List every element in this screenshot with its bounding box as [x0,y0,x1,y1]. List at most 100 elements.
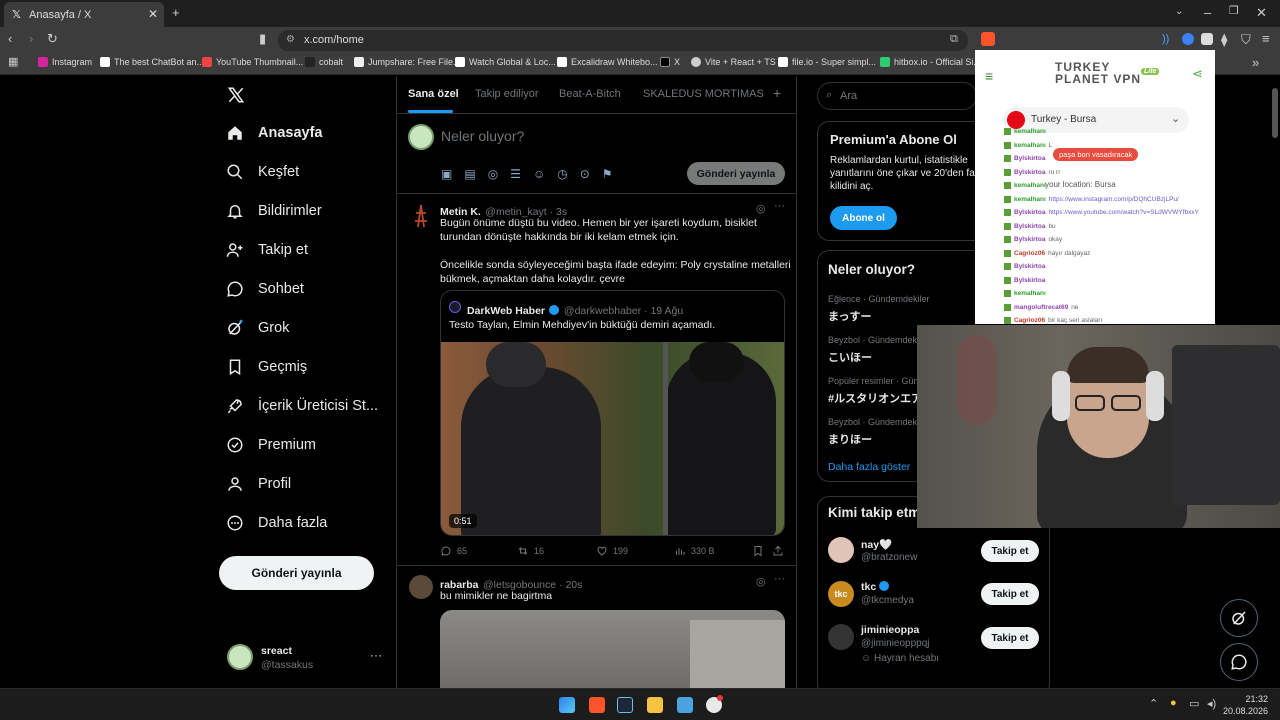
clock-date[interactable]: 20.08.2026 [1218,706,1268,716]
video-player[interactable]: 0:51 [441,342,784,535]
reply-button[interactable]: 65 [440,545,467,557]
tab-for-you[interactable]: Sana özel [408,88,459,100]
nav-history[interactable]: Geçmiş [226,358,307,376]
extensions-puzzle-icon[interactable]: ⧫ [1221,33,1227,46]
search-input[interactable]: ⌕ Ara [817,82,977,110]
suggest-name[interactable]: tkc [861,581,890,593]
account-name[interactable]: sreact [261,645,292,657]
grok-icon[interactable]: ◎ [756,202,766,215]
bookmark-item[interactable]: YouTube Thumbnail... [202,57,303,67]
grok-icon[interactable]: ◎ [488,167,498,181]
bookmark-item[interactable]: The best ChatBot an... [100,57,204,67]
quoted-tweet[interactable]: DarkWeb Haber @darkwebhaber · 19 Ağu Tes… [440,290,785,536]
tab-list-beat[interactable]: Beat-A-Bitch [559,88,621,100]
repost-button[interactable]: 16 [517,545,544,557]
microphone-icon[interactable]: ● [1170,697,1177,709]
like-button[interactable]: 199 [596,545,628,557]
more-bookmarks-icon[interactable]: » [1252,56,1259,69]
close-tab-icon[interactable]: ✕ [148,7,158,21]
bookmark-item[interactable]: file.io - Super simpl... [778,57,876,67]
account-menu-icon[interactable]: ··· [370,648,382,662]
avatar[interactable]: tkc [828,581,854,607]
url-field[interactable]: ⚙ x.com/home ⧉ [278,30,968,51]
nav-follow[interactable]: Takip et [226,241,308,259]
bookmark-item[interactable]: cobalt [305,57,343,67]
browser-tab[interactable]: 𝕏 Anasayfa / X ✕ [4,2,164,27]
follow-button[interactable]: Takip et [981,583,1039,605]
tweet-media[interactable] [440,610,785,688]
messages-fab[interactable] [1220,643,1258,681]
clock-time[interactable]: 21:32 [1236,694,1268,704]
more-icon[interactable]: ··· [774,200,785,212]
add-tab-icon[interactable]: + [773,85,781,101]
trend-item[interactable]: Popüler resimler · Günd #ルスタリオンエア [828,376,924,406]
suggest-name[interactable]: nay🤍 [861,538,892,551]
chevron-down-icon[interactable]: ⌄ [1175,7,1183,17]
follow-button[interactable]: Takip et [981,540,1039,562]
flag-icon[interactable]: ⚑ [602,167,613,181]
avatar[interactable] [227,644,253,670]
reload-icon[interactable]: ↻ [47,32,58,45]
location-icon[interactable]: ⊙ [580,167,590,181]
minimize-icon[interactable]: – [1204,6,1211,19]
share-icon[interactable]: ⋖ [1192,66,1203,82]
menu-icon[interactable]: ≡ [1262,32,1270,45]
avatar[interactable] [828,624,854,650]
composer-input[interactable]: Neler oluyor? [441,128,524,144]
bookmark-item[interactable]: Excalidraw Whitebo... [557,57,658,67]
suggest-name[interactable]: jiminieoppa [861,624,919,636]
poll-icon[interactable]: ☰ [510,167,521,181]
bookmark-button[interactable] [752,545,764,557]
bookmark-item[interactable]: Watch Global & Loc... [455,57,556,67]
trend-item[interactable]: Beyzbol · Gündemdeki まりほー [828,417,919,447]
nav-chat[interactable]: Sohbet [226,280,304,298]
brave-shield-icon[interactable] [981,32,995,46]
file-explorer-icon[interactable] [647,697,663,713]
bookmark-item[interactable]: X [660,57,680,67]
share-icon[interactable]: ⧉ [950,33,958,46]
maximize-icon[interactable]: ❐ [1229,6,1239,17]
share-button[interactable] [772,545,784,557]
nav-grok[interactable]: Grok [226,319,289,337]
image-icon[interactable]: ▣ [441,167,452,181]
nav-profile[interactable]: Profil [226,475,291,493]
show-more-link[interactable]: Daha fazla göster [828,461,910,473]
nav-home[interactable]: Anasayfa [226,124,322,142]
extension-icon[interactable]: )) [1162,33,1169,45]
close-window-icon[interactable]: ✕ [1256,6,1267,19]
nav-premium[interactable]: Premium [226,436,316,454]
emoji-icon[interactable]: ☺ [533,167,545,181]
volume-icon[interactable]: ◂) [1207,697,1216,710]
steam-icon[interactable] [617,697,633,713]
avatar[interactable] [828,537,854,563]
new-tab-icon[interactable]: + [172,6,180,19]
vpn-shield-icon[interactable]: ⛉ [1241,33,1251,46]
page-scrollbar[interactable] [1272,88,1278,138]
schedule-icon[interactable]: ◷ [557,167,567,181]
follow-button[interactable]: Takip et [981,627,1039,649]
bookmark-item[interactable]: Jumpshare: Free File... [354,57,461,67]
subscribe-button[interactable]: Abone ol [830,206,897,230]
tray-chevron-up-icon[interactable]: ⌃ [1149,697,1158,710]
more-icon[interactable]: ··· [774,573,785,585]
trend-item[interactable]: Beyzbol · Gündemdeki こいほー [828,335,919,365]
network-icon[interactable]: ▭ [1189,697,1199,710]
views-button[interactable]: 330 B [674,545,715,557]
nav-explore[interactable]: Keşfet [226,163,299,181]
composer-post-button[interactable]: Gönderi yayınla [687,162,785,185]
photos-icon[interactable] [677,697,693,713]
extension-icon[interactable] [1182,33,1194,45]
tab-following[interactable]: Takip ediliyor [475,88,539,100]
windows-start-icon[interactable] [559,697,575,713]
menu-icon[interactable]: ≡ [985,68,993,84]
nav-notifications[interactable]: Bildirimler [226,202,322,220]
extension-icon[interactable] [1201,33,1213,45]
forward-icon[interactable]: › [29,32,33,45]
back-icon[interactable]: ‹ [8,32,12,45]
trend-item[interactable]: Eğlence · Gündemdekiler まっすー [828,294,930,324]
nav-more[interactable]: Daha fazla [226,514,327,532]
tab-list-skaledus[interactable]: SKALEDUS MORTIMAS [643,88,764,100]
avatar[interactable] [409,575,433,599]
post-button[interactable]: Gönderi yayınla [219,556,374,590]
x-logo-icon[interactable] [227,86,245,104]
